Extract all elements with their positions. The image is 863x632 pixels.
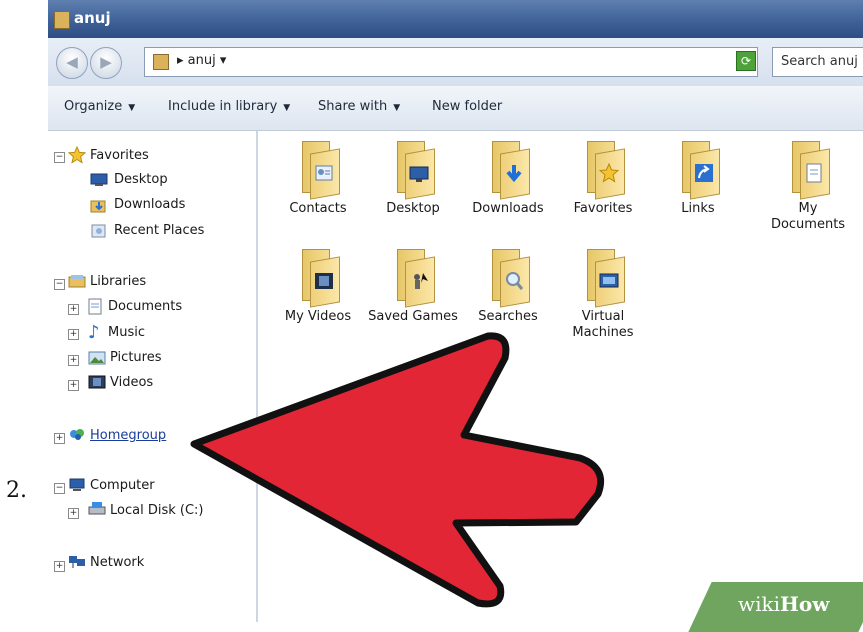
folder-label: Contacts xyxy=(289,201,347,216)
refresh-icon[interactable]: ⟳ xyxy=(736,51,756,71)
music-note-icon: ♪ xyxy=(88,322,100,343)
sidebar-item-libraries[interactable]: Libraries xyxy=(90,274,146,289)
sidebar-item-network[interactable]: Network xyxy=(90,555,144,570)
network-icon xyxy=(69,556,85,568)
virtual-machines-icon xyxy=(581,249,625,308)
new-folder-button[interactable]: New folder xyxy=(432,99,502,114)
expand-toggle[interactable]: + xyxy=(54,433,65,444)
folder-label: Saved Games xyxy=(368,309,458,324)
sidebar-item-local-disk[interactable]: Local Disk (C:) xyxy=(110,503,203,518)
navigation-bar: ◀ ▶ ▸ anuj ▾ ▾ ⟳ Search anuj xyxy=(48,38,863,87)
chevron-down-icon: ▼ xyxy=(128,103,136,113)
back-button[interactable]: ◀ xyxy=(56,47,88,79)
search-placeholder: Search anuj xyxy=(781,54,858,69)
expand-toggle[interactable]: + xyxy=(68,508,79,519)
desktop-icon xyxy=(90,173,108,186)
collapse-toggle[interactable]: − xyxy=(54,279,65,290)
folder-icon xyxy=(54,11,70,29)
sidebar-item-computer[interactable]: Computer xyxy=(90,478,155,493)
folder-item[interactable]: Downloads xyxy=(458,141,558,217)
explorer-window: anuj ◀ ▶ ▸ anuj ▾ ▾ ⟳ Search anuj Organi… xyxy=(48,0,863,622)
folder-label: Searches xyxy=(478,309,538,324)
documents-icon xyxy=(88,298,102,315)
sidebar-item-pictures[interactable]: Pictures xyxy=(110,350,161,365)
organize-button[interactable]: Organize ▼ xyxy=(64,99,135,114)
expand-toggle[interactable]: + xyxy=(68,304,79,315)
libraries-icon xyxy=(68,275,86,288)
folder-label: Downloads xyxy=(472,201,544,216)
folder-item[interactable]: Favorites xyxy=(553,141,653,217)
folder-item[interactable]: Saved Games xyxy=(363,249,463,325)
contacts-icon xyxy=(296,141,340,200)
command-toolbar: Organize ▼ Include in library ▼ Share with… xyxy=(48,86,863,131)
folder-item[interactable]: Desktop xyxy=(363,141,463,217)
file-list: Contacts Desktop Downloads Favorites Lin… xyxy=(258,131,863,622)
collapse-toggle[interactable]: − xyxy=(54,483,65,494)
sidebar-item-downloads[interactable]: Downloads xyxy=(114,197,185,212)
saved-games-icon xyxy=(391,249,435,308)
folder-item[interactable]: My Documents xyxy=(768,141,848,233)
folder-label: Favorites xyxy=(573,201,633,216)
favorites-star-icon xyxy=(581,141,625,200)
sidebar-item-music[interactable]: Music xyxy=(108,325,145,340)
organize-label: Organize xyxy=(64,99,123,114)
folder-label: Virtual Machines xyxy=(572,309,634,340)
pictures-icon xyxy=(88,351,106,365)
folder-item[interactable]: Links xyxy=(648,141,748,217)
folder-label: My Documents xyxy=(770,201,846,232)
chevron-down-icon: ▼ xyxy=(393,103,401,113)
collapse-toggle[interactable]: − xyxy=(54,152,65,163)
expand-toggle[interactable]: + xyxy=(68,329,79,340)
window-title: anuj xyxy=(74,9,111,27)
folder-item[interactable]: Contacts xyxy=(268,141,368,217)
include-in-library-label: Include in library xyxy=(168,99,278,114)
new-folder-label: New folder xyxy=(432,99,503,114)
include-in-library-button[interactable]: Include in library ▼ xyxy=(168,99,290,114)
search-input[interactable]: Search anuj xyxy=(772,47,863,77)
sidebar-item-desktop[interactable]: Desktop xyxy=(114,172,168,187)
videos-icon xyxy=(88,375,106,389)
expand-toggle[interactable]: + xyxy=(54,561,65,572)
forward-button[interactable]: ▶ xyxy=(90,47,122,79)
folder-label: Desktop xyxy=(386,201,440,216)
downloads-icon xyxy=(486,141,530,200)
folder-item[interactable]: Searches xyxy=(458,249,558,325)
homegroup-icon xyxy=(70,429,84,440)
wikihow-watermark: wikiHow xyxy=(738,592,829,616)
sidebar-item-videos[interactable]: Videos xyxy=(110,375,153,390)
step-number: 2. xyxy=(6,478,27,503)
address-path: ▸ anuj ▾ xyxy=(177,53,227,68)
folder-item[interactable]: Virtual Machines xyxy=(553,249,653,341)
sidebar-item-favorites[interactable]: Favorites xyxy=(90,148,149,163)
local-disk-icon xyxy=(88,502,106,515)
sidebar-item-recent-places[interactable]: Recent Places xyxy=(114,223,204,238)
computer-icon xyxy=(69,478,85,491)
recent-places-icon xyxy=(91,224,106,238)
folder-label: Links xyxy=(681,201,715,216)
magnifier-icon xyxy=(486,249,530,308)
share-with-label: Share with xyxy=(318,99,388,114)
watermark-how: How xyxy=(780,592,830,616)
share-with-button[interactable]: Share with ▼ xyxy=(318,99,400,114)
desktop-icon xyxy=(391,141,435,200)
videos-icon xyxy=(296,249,340,308)
downloads-icon xyxy=(90,200,106,213)
expand-toggle[interactable]: + xyxy=(68,355,79,366)
documents-icon xyxy=(786,141,830,200)
forward-arrow-icon: ▶ xyxy=(100,53,112,71)
expand-toggle[interactable]: + xyxy=(68,380,79,391)
address-bar[interactable]: ▸ anuj ▾ ▾ xyxy=(144,47,758,77)
links-arrow-icon xyxy=(676,141,720,200)
back-arrow-icon: ◀ xyxy=(66,53,78,71)
title-bar: anuj xyxy=(48,0,863,38)
folder-label: My Videos xyxy=(284,309,352,324)
sidebar-item-documents[interactable]: Documents xyxy=(108,299,182,314)
chevron-down-icon: ▼ xyxy=(283,103,291,113)
watermark-wiki: wiki xyxy=(738,592,781,616)
folder-item[interactable]: My Videos xyxy=(268,249,368,325)
folder-icon xyxy=(153,54,169,70)
favorites-star-icon xyxy=(68,146,86,164)
navigation-pane: − Favorites Desktop Downloads Recent Pla… xyxy=(48,131,258,622)
sidebar-item-homegroup[interactable]: Homegroup xyxy=(90,428,166,443)
